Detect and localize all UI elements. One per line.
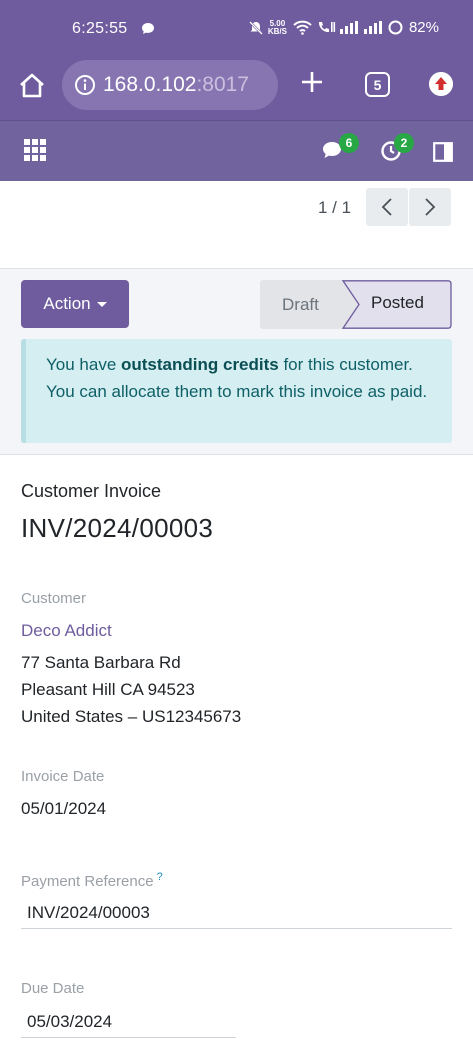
- outstanding-credits-link[interactable]: outstanding credits: [121, 355, 279, 374]
- payment-reference-label-wrap: Payment Reference?: [21, 871, 163, 890]
- messages-badge: 6: [339, 133, 359, 153]
- pager-next-button[interactable]: [409, 188, 451, 226]
- activities-badge: 2: [394, 133, 414, 153]
- message-notification-icon: [142, 23, 154, 34]
- status-indicators: 5.00 KB/S 82%: [248, 19, 439, 36]
- pager-previous-button[interactable]: [366, 188, 408, 226]
- upgrade-icon[interactable]: [429, 72, 453, 96]
- url-host: 168.0.102: [103, 73, 197, 96]
- browser-toolbar: 168.0.102:8017 5: [0, 60, 473, 120]
- address-line: 77 Santa Barbara Rd: [21, 653, 181, 672]
- invoice-date-value: 05/01/2024: [21, 799, 107, 818]
- document-type: Customer Invoice: [21, 481, 162, 501]
- action-dropdown-button[interactable]: Action: [21, 280, 129, 328]
- sidebar-toggle-icon[interactable]: [433, 142, 453, 162]
- caret-down-icon: [96, 301, 107, 307]
- activities-button[interactable]: 2: [380, 133, 414, 167]
- messages-button[interactable]: 6: [322, 133, 359, 166]
- wifi-icon: [293, 20, 312, 35]
- mute-icon: [248, 20, 263, 35]
- android-status-bar: 6:25:55 5.00 KB/S 82%: [0, 0, 473, 60]
- status-stepper: Draft Posted: [260, 280, 452, 329]
- payment-reference-label: Payment Reference: [21, 873, 154, 890]
- new-tab-icon[interactable]: [298, 68, 326, 96]
- address-bar[interactable]: 168.0.102:8017: [62, 60, 278, 110]
- alert-text-prefix: You have: [46, 355, 121, 374]
- outstanding-credits-alert: You have outstanding credits for this cu…: [21, 339, 452, 443]
- url-port: :8017: [196, 73, 249, 96]
- signal-icon-sim2: [363, 21, 382, 34]
- battery-ring-icon: [388, 20, 403, 35]
- invoice-date-label: Invoice Date: [21, 768, 105, 785]
- status-time: 6:25:55: [72, 20, 128, 37]
- due-date-label: Due Date: [21, 980, 85, 997]
- state-posted[interactable]: Posted: [371, 293, 424, 313]
- customer-label: Customer: [21, 590, 87, 607]
- help-tooltip-icon[interactable]: ?: [157, 871, 163, 883]
- customer-link[interactable]: Deco Addict: [21, 621, 112, 641]
- net-speed: 5.00 KB/S: [267, 19, 287, 36]
- tab-switcher-button[interactable]: 5: [365, 72, 390, 97]
- wifi-calling-icon: [318, 22, 336, 33]
- info-icon[interactable]: [74, 74, 96, 96]
- invoice-number: INV/2024/00003: [21, 513, 214, 543]
- home-icon[interactable]: [18, 72, 46, 100]
- customer-address: 77 Santa Barbara Rd Pleasant Hill CA 945…: [21, 649, 241, 730]
- battery-percent: 82%: [408, 19, 439, 36]
- payment-reference-input[interactable]: INV/2024/00003: [21, 901, 452, 929]
- address-line: United States – US12345673: [21, 707, 242, 726]
- due-date-input[interactable]: 05/03/2024: [21, 1010, 236, 1038]
- odoo-navbar: 6 2: [0, 120, 473, 181]
- net-speed-unit: KB/S: [267, 26, 287, 36]
- chevron-left-icon: [381, 198, 392, 216]
- signal-icon-sim1: [339, 21, 358, 34]
- pager-row: 1 / 1: [0, 181, 473, 269]
- address-line: Pleasant Hill CA 94523: [21, 680, 195, 699]
- form-statusbar-area: Action Draft Posted You have outstanding…: [0, 269, 473, 455]
- pager-value[interactable]: 1 / 1: [318, 198, 351, 218]
- url-text[interactable]: 168.0.102:8017: [103, 73, 249, 97]
- chevron-right-icon: [425, 198, 436, 216]
- action-label: Action: [43, 294, 91, 313]
- apps-menu-icon[interactable]: [24, 139, 46, 161]
